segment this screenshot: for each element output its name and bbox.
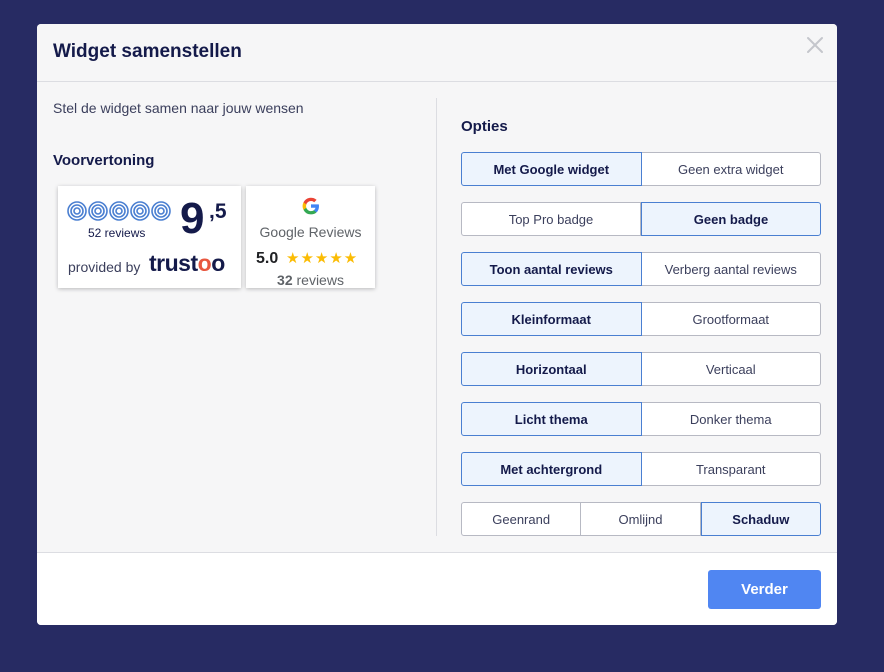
modal-header: Widget samenstellen (37, 24, 837, 82)
provided-by-label: provided by (68, 259, 141, 275)
option-toggle[interactable]: Schaduw (700, 502, 821, 536)
modal-footer: Verder (37, 552, 837, 625)
google-rating: 5.0 (256, 250, 279, 267)
option-toggle[interactable]: Kleinformaat (461, 302, 642, 336)
option-toggle[interactable]: Top Pro badge (461, 202, 641, 236)
review-word: reviews (292, 272, 344, 288)
option-toggle[interactable]: Met achtergrond (461, 452, 642, 486)
star-icons: ★★★★★ (286, 250, 359, 267)
option-row: Met Google widget Geen extra widget (461, 152, 821, 186)
trustoo-review-count: 52 reviews (88, 226, 146, 240)
option-row: Kleinformaat Grootformaat (461, 302, 821, 336)
rating-ring-icon (109, 201, 129, 221)
next-button[interactable]: Verder (708, 570, 821, 609)
intro-text: Stel de widget samen naar jouw wensen (53, 100, 304, 116)
option-toggle[interactable]: Geenrand (461, 502, 582, 536)
rating-ring-icon (151, 201, 171, 221)
option-toggle[interactable]: Transparant (641, 452, 821, 486)
close-icon[interactable] (806, 36, 824, 54)
preview-title: Voorvertoning (53, 152, 155, 169)
option-toggle[interactable]: Met Google widget (461, 152, 642, 186)
option-row: Geenrand Omlijnd Schaduw (461, 502, 821, 536)
option-toggle[interactable]: Donker thema (641, 402, 821, 436)
option-toggle[interactable]: Verberg aantal reviews (641, 252, 821, 286)
logo-text: trust (149, 250, 198, 276)
option-row: Toon aantal reviews Verberg aantal review… (461, 252, 821, 286)
option-row: Top Pro badge Geen badge (461, 202, 821, 236)
trustoo-logo: trustoo (149, 250, 225, 277)
option-toggle[interactable]: Toon aantal reviews (461, 252, 642, 286)
trustoo-score: 9 (180, 194, 205, 243)
widget-modal: Widget samenstellen Stel de widget samen… (37, 24, 837, 625)
option-toggle[interactable]: Grootformaat (641, 302, 821, 336)
trustoo-widget-preview: 52 reviews 9 ,5 provided by trustoo (58, 186, 241, 288)
rating-ring-icon (88, 201, 108, 221)
logo-o: o (197, 250, 212, 276)
logo-text-end: o (211, 250, 225, 276)
option-row: Horizontaal Verticaal (461, 352, 821, 386)
option-toggle[interactable]: Geen extra widget (641, 152, 821, 186)
column-divider (436, 98, 437, 536)
option-toggle[interactable]: Horizontaal (461, 352, 642, 386)
rating-ring-icon (130, 201, 150, 221)
option-toggle[interactable]: Licht thema (461, 402, 642, 436)
modal-body: Stel de widget samen naar jouw wensen Vo… (37, 82, 837, 552)
google-g-icon (302, 197, 319, 215)
modal-title: Widget samenstellen (53, 41, 242, 62)
option-toggle[interactable]: Geen badge (641, 202, 821, 236)
review-number: 32 (277, 272, 293, 288)
google-widget-preview: Google Reviews 5.0 ★★★★★ 32 reviews (246, 186, 375, 288)
rating-ring-icon (67, 201, 87, 221)
google-review-count: 32 reviews (246, 272, 375, 288)
option-row: Met achtergrond Transparant (461, 452, 821, 486)
trustoo-score-decimal: ,5 (209, 200, 227, 223)
option-row: Licht thema Donker thema (461, 402, 821, 436)
google-reviews-title: Google Reviews (259, 224, 362, 240)
rating-rings (67, 201, 172, 221)
option-toggle[interactable]: Omlijnd (581, 502, 701, 536)
option-toggle[interactable]: Verticaal (641, 352, 821, 386)
options-title: Opties (461, 118, 508, 135)
